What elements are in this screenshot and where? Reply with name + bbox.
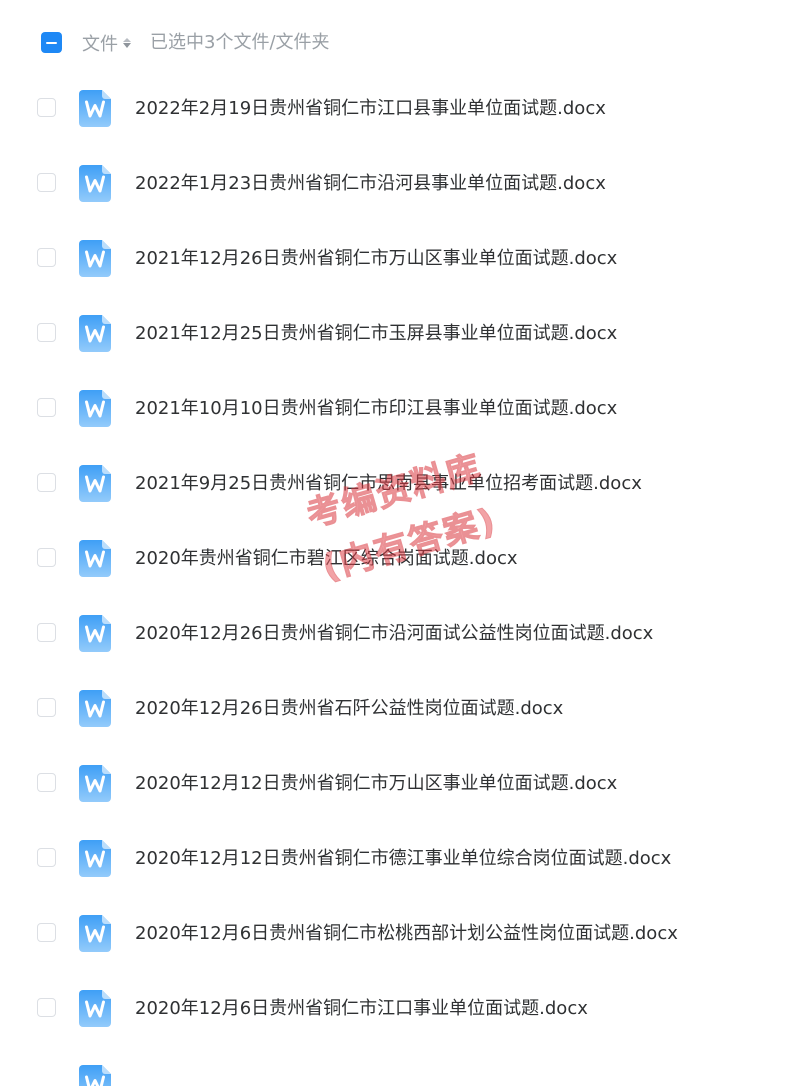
file-name[interactable]: 2020年12月26日贵州省铜仁市沿河面试公益性岗位面试题.docx <box>135 620 653 648</box>
file-row[interactable]: 2020年12月26日贵州省铜仁市沿河面试公益性岗位面试题.docx <box>0 596 800 671</box>
file-name[interactable]: 2021年10月10日贵州省铜仁市印江县事业单位面试题.docx <box>135 395 617 423</box>
word-doc-icon <box>79 915 111 952</box>
file-name[interactable]: 2022年2月19日贵州省铜仁市江口县事业单位面试题.docx <box>135 95 606 123</box>
file-row[interactable]: 2020年12月26日贵州省石阡公益性岗位面试题.docx <box>0 671 800 746</box>
file-row-checkbox[interactable] <box>37 323 56 342</box>
file-row-checkbox[interactable] <box>37 473 56 492</box>
file-row[interactable]: 2020年12月6日贵州省铜仁市江口事业单位面试题.docx <box>0 971 800 1046</box>
file-name[interactable]: 2021年12月25日贵州省铜仁市玉屏县事业单位面试题.docx <box>135 320 617 348</box>
word-doc-icon <box>79 165 111 202</box>
file-row-checkbox[interactable] <box>37 698 56 717</box>
file-name[interactable]: 2020年贵州省铜仁市碧江区综合岗面试题.docx <box>135 545 518 573</box>
file-row[interactable]: 2021年10月10日贵州省铜仁市印江县事业单位面试题.docx <box>0 371 800 446</box>
file-row-checkbox[interactable] <box>37 98 56 117</box>
file-name[interactable]: 2020年12月12日贵州省铜仁市德江事业单位综合岗位面试题.docx <box>135 845 671 873</box>
word-doc-icon <box>79 990 111 1027</box>
word-doc-icon <box>79 840 111 877</box>
file-row[interactable]: 2021年12月25日贵州省铜仁市玉屏县事业单位面试题.docx <box>0 296 800 371</box>
file-row[interactable]: 2020年12月12日贵州省铜仁市德江事业单位综合岗位面试题.docx <box>0 821 800 896</box>
file-name[interactable]: 2020年12月26日贵州省石阡公益性岗位面试题.docx <box>135 695 563 723</box>
file-column-label: 文件 <box>82 34 118 55</box>
file-row-partial[interactable] <box>0 1046 800 1086</box>
file-row[interactable]: 2020年贵州省铜仁市碧江区综合岗面试题.docx <box>0 521 800 596</box>
indeterminate-mark-icon <box>46 41 57 44</box>
file-row[interactable]: 2021年12月26日贵州省铜仁市万山区事业单位面试题.docx <box>0 221 800 296</box>
file-list: 2022年2月19日贵州省铜仁市江口县事业单位面试题.docx 2022年1月2… <box>0 71 800 1086</box>
file-row[interactable]: 2020年12月12日贵州省铜仁市万山区事业单位面试题.docx <box>0 746 800 821</box>
word-doc-icon <box>79 1065 111 1086</box>
select-all-checkbox[interactable] <box>41 32 62 53</box>
file-row-checkbox[interactable] <box>37 173 56 192</box>
word-doc-icon <box>79 390 111 427</box>
file-name[interactable]: 2020年12月12日贵州省铜仁市万山区事业单位面试题.docx <box>135 770 617 798</box>
selection-count-text: 已选中3个文件/文件夹 <box>150 32 330 53</box>
file-name[interactable]: 2020年12月6日贵州省铜仁市江口事业单位面试题.docx <box>135 995 588 1023</box>
file-name[interactable]: 2021年12月26日贵州省铜仁市万山区事业单位面试题.docx <box>135 245 617 273</box>
file-name[interactable]: 2022年1月23日贵州省铜仁市沿河县事业单位面试题.docx <box>135 170 606 198</box>
word-doc-icon <box>79 765 111 802</box>
file-row[interactable]: 2020年12月6日贵州省铜仁市松桃西部计划公益性岗位面试题.docx <box>0 896 800 971</box>
file-row-checkbox[interactable] <box>37 923 56 942</box>
file-name[interactable]: 2020年12月6日贵州省铜仁市松桃西部计划公益性岗位面试题.docx <box>135 920 678 948</box>
word-doc-icon <box>79 240 111 277</box>
file-row-checkbox[interactable] <box>37 398 56 417</box>
file-name[interactable]: 2021年9月25日贵州省铜仁市思南县事业单位招考面试题.docx <box>135 470 642 498</box>
file-row-checkbox[interactable] <box>37 623 56 642</box>
word-doc-icon <box>79 465 111 502</box>
file-row-checkbox[interactable] <box>37 773 56 792</box>
file-row-checkbox[interactable] <box>37 248 56 267</box>
file-row[interactable]: 2021年9月25日贵州省铜仁市思南县事业单位招考面试题.docx <box>0 446 800 521</box>
word-doc-icon <box>79 690 111 727</box>
file-row-checkbox[interactable] <box>37 848 56 867</box>
file-row[interactable]: 2022年1月23日贵州省铜仁市沿河县事业单位面试题.docx <box>0 146 800 221</box>
word-doc-icon <box>79 315 111 352</box>
file-row-checkbox[interactable] <box>37 548 56 567</box>
word-doc-icon <box>79 615 111 652</box>
word-doc-icon <box>79 90 111 127</box>
sort-icon[interactable] <box>123 38 131 48</box>
file-column-header[interactable]: 文件 <box>82 30 131 56</box>
file-row[interactable]: 2022年2月19日贵州省铜仁市江口县事业单位面试题.docx <box>0 71 800 146</box>
file-row-checkbox[interactable] <box>37 998 56 1017</box>
word-doc-icon <box>79 540 111 577</box>
